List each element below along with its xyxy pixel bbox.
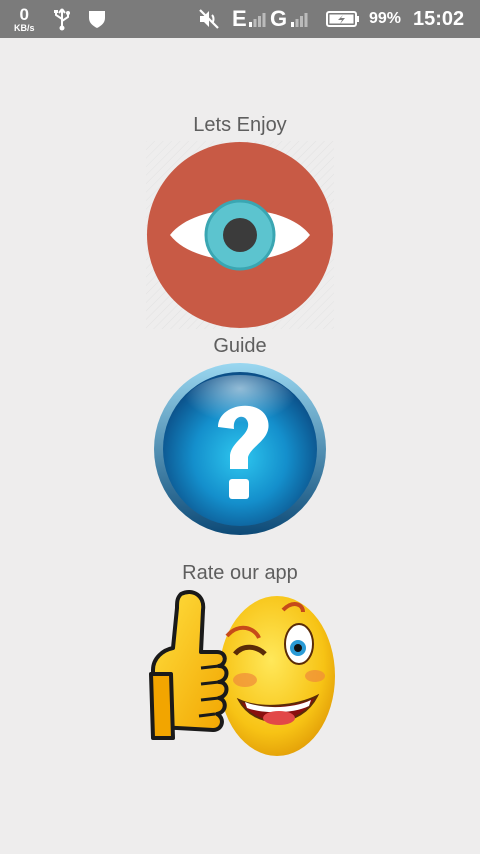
guide-button[interactable] [152,361,328,537]
eye-icon [146,141,334,329]
guide-label[interactable]: Guide [0,335,480,358]
lets-enjoy-button[interactable] [146,141,334,329]
network-speed-unit: KB/s [14,22,35,33]
network-type-e: E [232,6,247,31]
rate-app-button[interactable] [147,588,337,778]
clock: 15:02 [413,7,465,30]
signal-icon [248,0,266,38]
status-bar: 0 KB/s E G 99% 15:02 [0,0,480,38]
battery-charging-icon [326,0,360,38]
usb-icon [52,0,72,38]
thumbs-up-smiley-icon [149,590,335,756]
shield-icon [88,0,106,38]
rate-app-label[interactable]: Rate our app [0,562,480,585]
network-speed: 0 KB/s [14,0,35,38]
signal-icon [290,0,308,38]
mute-icon [197,0,221,38]
network-speed-value: 0 [19,4,29,24]
question-mark-icon [154,363,326,535]
battery-percent: 99% [369,10,402,27]
lets-enjoy-label[interactable]: Lets Enjoy [0,114,480,137]
network-type-g: G [270,6,288,31]
